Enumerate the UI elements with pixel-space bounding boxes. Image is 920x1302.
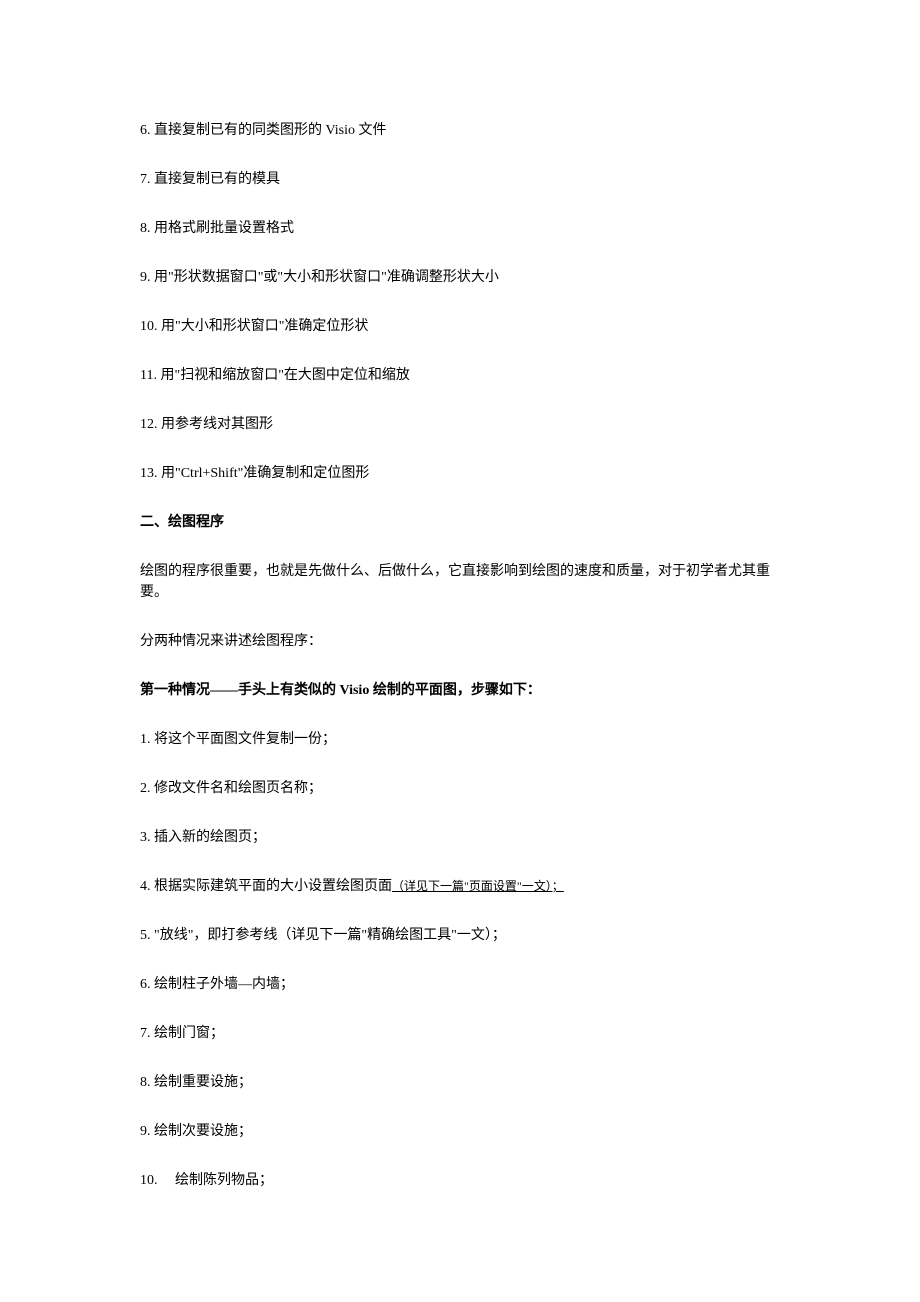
list-item: 7. 直接复制已有的模具	[140, 169, 780, 190]
step-item: 1. 将这个平面图文件复制一份；	[140, 729, 780, 750]
step-item: 8. 绘制重要设施；	[140, 1072, 780, 1093]
subsection-heading: 第一种情况——手头上有类似的 Visio 绘制的平面图，步骤如下：	[140, 680, 780, 701]
list-item: 9. 用"形状数据窗口"或"大小和形状窗口"准确调整形状大小	[140, 267, 780, 288]
step-item: 4. 根据实际建筑平面的大小设置绘图页面（详见下一篇"页面设置"一文）；	[140, 876, 780, 897]
body-text: 绘图的程序很重要，也就是先做什么、后做什么，它直接影响到绘图的速度和质量，对于初…	[140, 561, 780, 603]
step-item: 7. 绘制门窗；	[140, 1023, 780, 1044]
section-heading: 二、绘图程序	[140, 512, 780, 533]
step-text: 4. 根据实际建筑平面的大小设置绘图页面	[140, 879, 392, 894]
list-item: 11. 用"扫视和缩放窗口"在大图中定位和缩放	[140, 365, 780, 386]
reference-link[interactable]: （详见下一篇"页面设置"一文）；	[392, 879, 564, 893]
step-item: 6. 绘制柱子外墙—内墙；	[140, 974, 780, 995]
step-item: 5. "放线"，即打参考线（详见下一篇"精确绘图工具"一文）；	[140, 925, 780, 946]
list-item: 13. 用"Ctrl+Shift"准确复制和定位图形	[140, 463, 780, 484]
step-item: 10. 绘制陈列物品；	[140, 1170, 780, 1191]
body-text: 分两种情况来讲述绘图程序：	[140, 631, 780, 652]
list-item: 12. 用参考线对其图形	[140, 414, 780, 435]
step-item: 3. 插入新的绘图页；	[140, 827, 780, 848]
list-item: 8. 用格式刷批量设置格式	[140, 218, 780, 239]
step-item: 2. 修改文件名和绘图页名称；	[140, 778, 780, 799]
list-item: 6. 直接复制已有的同类图形的 Visio 文件	[140, 120, 780, 141]
step-item: 9. 绘制次要设施；	[140, 1121, 780, 1142]
list-item: 10. 用"大小和形状窗口"准确定位形状	[140, 316, 780, 337]
